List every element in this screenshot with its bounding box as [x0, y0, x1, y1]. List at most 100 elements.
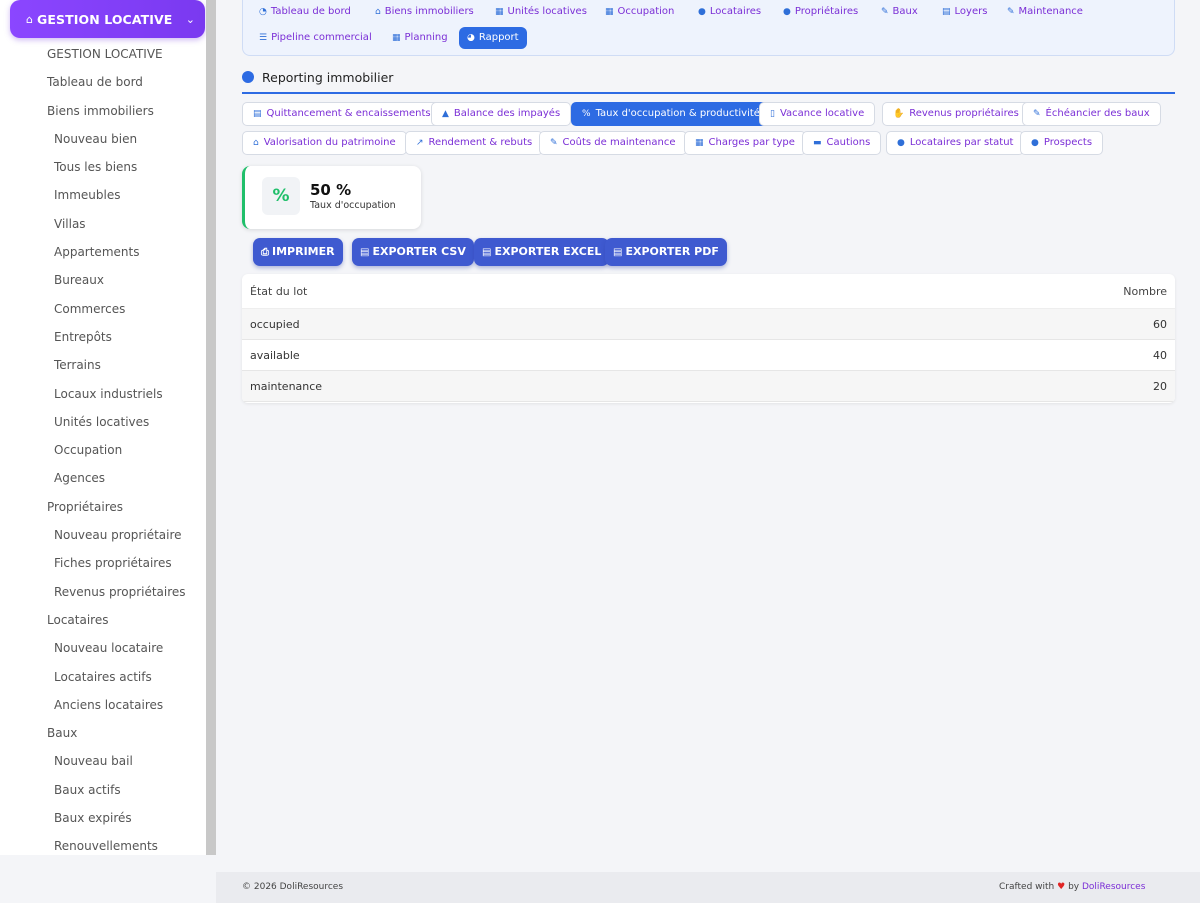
nav-loyers[interactable]: ▤ Loyers: [934, 1, 995, 23]
nav-unites-locatives[interactable]: ▦ Unités locatives: [487, 1, 595, 23]
report-tab-valorisation-du-patrimoine[interactable]: ⌂ Valorisation du patrimoine: [242, 131, 407, 155]
sidebar-item-baux-actifs[interactable]: Baux actifs: [0, 776, 206, 804]
sidebar-item-biens-immobiliers[interactable]: Biens immobiliers: [0, 97, 206, 125]
sidebar-item-nouveau-proprietaire[interactable]: Nouveau propriétaire: [0, 521, 206, 549]
percent-icon: %: [262, 177, 300, 215]
sidebar-scrollbar[interactable]: [206, 0, 216, 855]
exporter-pdf-button[interactable]: ▤ EXPORTER PDF: [605, 238, 727, 266]
report-tab-rendement-rebuts[interactable]: ↗ Rendement & rebuts: [405, 131, 544, 155]
button-label: EXPORTER PDF: [625, 245, 719, 258]
sidebar-item-entrepots[interactable]: Entrepôts: [0, 323, 206, 351]
sidebar-item-occupation[interactable]: Occupation: [0, 436, 206, 464]
sidebar-item-appartements[interactable]: Appartements: [0, 238, 206, 266]
button-label: IMPRIMER: [272, 245, 335, 258]
sidebar-item-renouvellements[interactable]: Renouvellements: [0, 832, 206, 855]
top-navigation: ◔ Tableau de bord ⌂ Biens immobiliers ▦ Unité…: [242, 0, 1175, 56]
hand-coins-icon: ✋: [893, 109, 905, 119]
nav-maintenance[interactable]: ✎ Maintenance: [999, 1, 1091, 23]
nav-label: Baux: [892, 6, 918, 17]
home-icon: ⌂: [253, 138, 259, 148]
nav-pipeline-commercial[interactable]: ☰ Pipeline commercial: [251, 27, 380, 49]
sidebar-item-locataires[interactable]: Locataires: [0, 606, 206, 634]
footer-credit: Crafted with ♥ by DoliResources: [999, 882, 1145, 892]
sidebar-item-agences[interactable]: Agences: [0, 464, 206, 492]
sidebar-item-bureaux[interactable]: Bureaux: [0, 266, 206, 294]
report-tab-label: Revenus propriétaires: [909, 108, 1019, 119]
report-tab-charges-par-type[interactable]: ▦ Charges par type: [684, 131, 806, 155]
nav-label: Biens immobiliers: [384, 6, 474, 17]
report-tab-vacance-locative[interactable]: ▯ Vacance locative: [759, 102, 876, 126]
sidebar-item-unites-locatives[interactable]: Unités locatives: [0, 408, 206, 436]
nav-proprietaires[interactable]: ● Propriétaires: [775, 1, 866, 23]
sidebar-item-commerces[interactable]: Commerces: [0, 295, 206, 323]
nav-label: Propriétaires: [794, 6, 859, 17]
report-tab-locataires-par-statut[interactable]: ● Locataires par statut: [886, 131, 1025, 155]
report-tab-prospects[interactable]: ● Prospects: [1020, 131, 1104, 155]
file-invoice-icon: ▤: [253, 109, 262, 119]
report-tab-echeancier-des-baux[interactable]: ✎ Échéancier des baux: [1022, 102, 1161, 126]
sidebar-item-fiches-proprietaires[interactable]: Fiches propriétaires: [0, 549, 206, 577]
report-tab-quittancement-encaissements[interactable]: ▤ Quittancement & encaissements: [242, 102, 442, 126]
sidebar-item-locataires-actifs[interactable]: Locataires actifs: [0, 663, 206, 691]
list-icon: ☰: [259, 33, 268, 43]
sidebar-item-locaux-industriels[interactable]: Locaux industriels: [0, 380, 206, 408]
chevron-down-icon[interactable]: ⌄: [186, 13, 195, 26]
footer: © 2026 DoliResources Crafted with ♥ by D…: [216, 872, 1200, 903]
nav-planning[interactable]: ▦ Planning: [384, 27, 456, 49]
sidebar-item-nouveau-locataire[interactable]: Nouveau locataire: [0, 634, 206, 662]
sidebar-item-baux-expires[interactable]: Baux expirés: [0, 804, 206, 832]
sidebar-item-gestion-locative[interactable]: GESTION LOCATIVE: [0, 40, 206, 68]
file-csv-icon: ▤: [360, 247, 370, 258]
report-tab-balance-des-impayes[interactable]: ▲ Balance des impayés: [431, 102, 572, 126]
exporter-csv-button[interactable]: ▤ EXPORTER CSV: [352, 238, 474, 266]
nav-biens-immobiliers[interactable]: ⌂ Biens immobiliers: [367, 1, 482, 23]
nav-locataires[interactable]: ● Locataires: [690, 1, 769, 23]
report-tab-label: Charges par type: [708, 137, 795, 148]
sidebar-item-anciens-locataires[interactable]: Anciens locataires: [0, 691, 206, 719]
nav-rapport[interactable]: ◕ Rapport: [459, 27, 527, 49]
nav-label: Locataires: [709, 6, 762, 17]
report-tab-taux-d-occupation-productivite[interactable]: % Taux d'occupation & productivité: [571, 102, 771, 126]
sidebar-item-tous-les-biens[interactable]: Tous les biens: [0, 153, 206, 181]
sidebar-menu-panel: ⌂ GESTION LOCATIVE ⌄ GESTION LOCATIVE Tab…: [0, 0, 206, 855]
sidebar-item-nouveau-bien[interactable]: Nouveau bien: [0, 125, 206, 153]
nav-tableau-de-bord[interactable]: ◔ Tableau de bord: [251, 1, 359, 23]
imprimer-button[interactable]: ⎙ IMPRIMER: [253, 238, 343, 266]
table-row: maintenance 20: [242, 371, 1175, 402]
user-plus-icon: ●: [1031, 138, 1039, 148]
module-title: GESTION LOCATIVE: [36, 11, 173, 27]
table-header: État du lot Nombre: [242, 274, 1175, 309]
table-icon: ▦: [605, 7, 614, 17]
sidebar-item-revenus-proprietaires[interactable]: Revenus propriétaires: [0, 578, 206, 606]
percent-icon: %: [582, 109, 591, 119]
sidebar-item-baux[interactable]: Baux: [0, 719, 206, 747]
nav-label: Loyers: [954, 6, 988, 17]
warning-icon: ▲: [442, 109, 449, 119]
sidebar-item-tableau-de-bord[interactable]: Tableau de bord: [0, 68, 206, 96]
report-tab-label: Échéancier des baux: [1045, 108, 1150, 119]
nav-baux[interactable]: ✎ Baux: [873, 1, 926, 23]
sidebar-item-immeubles[interactable]: Immeubles: [0, 181, 206, 209]
report-tab-cautions[interactable]: ▬ Cautions: [802, 131, 882, 155]
sidebar-item-terrains[interactable]: Terrains: [0, 351, 206, 379]
sidebar-item-villas[interactable]: Villas: [0, 210, 206, 238]
footer-brand-link[interactable]: DoliResources: [1082, 882, 1145, 892]
exporter-excel-button[interactable]: ▤ EXPORTER EXCEL: [474, 238, 610, 266]
report-tab-label: Quittancement & encaissements: [266, 108, 431, 119]
report-tab-revenus-proprietaires[interactable]: ✋ Revenus propriétaires: [882, 102, 1030, 126]
door-icon: ▯: [770, 109, 775, 119]
button-label: EXPORTER CSV: [372, 245, 466, 258]
module-header-button[interactable]: ⌂ GESTION LOCATIVE ⌄: [10, 0, 205, 38]
sidebar-item-nouveau-bail[interactable]: Nouveau bail: [0, 747, 206, 775]
wrench-icon: ✎: [1007, 7, 1015, 17]
gauge-icon: ◔: [259, 7, 267, 17]
report-tab-couts-de-maintenance[interactable]: ✎ Coûts de maintenance: [539, 131, 687, 155]
sidebar-item-proprietaires[interactable]: Propriétaires: [0, 493, 206, 521]
report-tab-label: Locataires par statut: [909, 137, 1014, 148]
report-tab-label: Balance des impayés: [453, 108, 561, 119]
nav-occupation[interactable]: ▦ Occupation: [597, 1, 682, 23]
cell-state: maintenance: [250, 379, 323, 393]
kpi-label: Taux d'occupation: [310, 200, 396, 211]
home-icon: ⌂: [26, 12, 33, 26]
report-table: État du lot Nombre occupied 60 available 40…: [242, 274, 1175, 403]
